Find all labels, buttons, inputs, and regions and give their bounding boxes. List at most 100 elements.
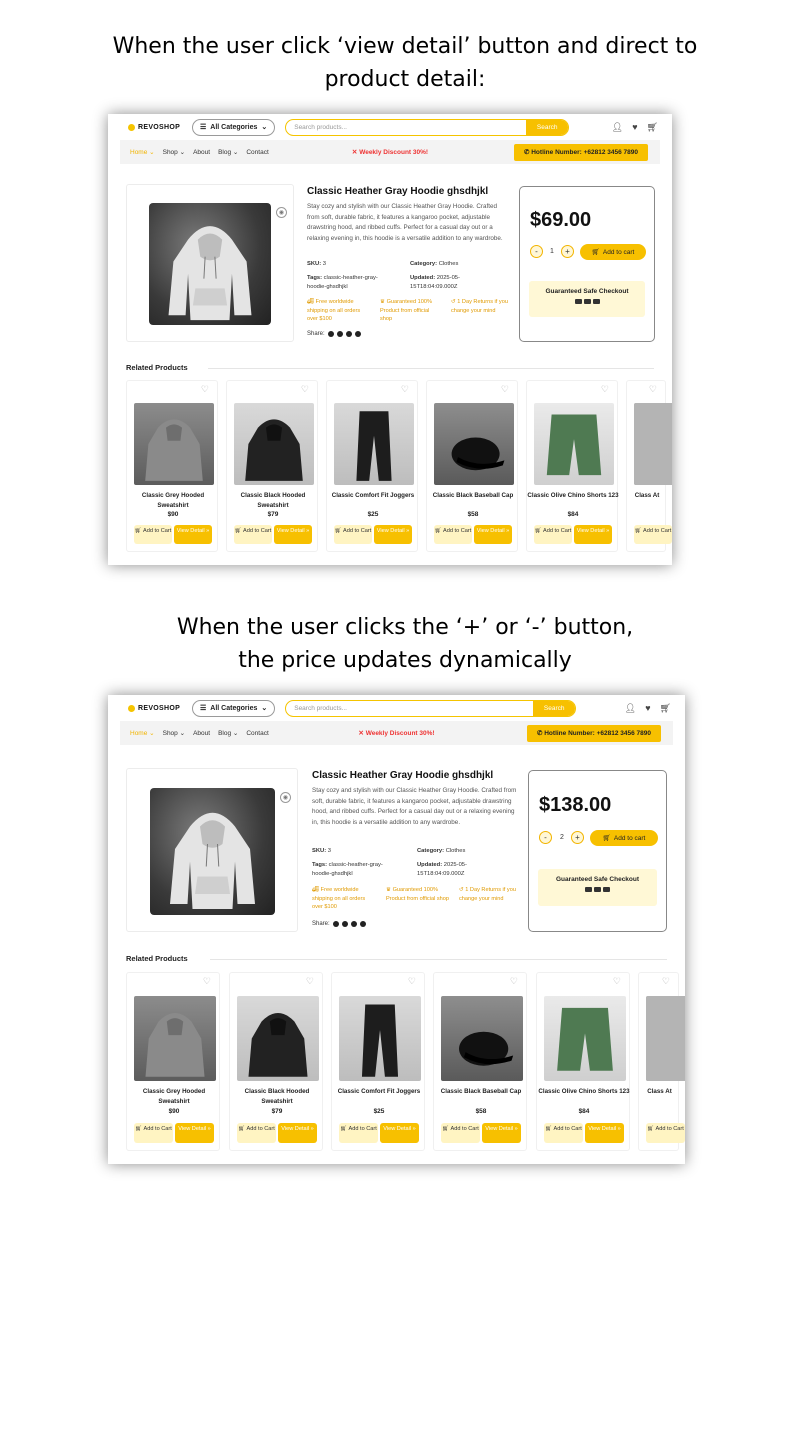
wishlist-heart-icon[interactable]: ♡ xyxy=(203,976,211,987)
related-product-image[interactable] xyxy=(534,403,614,485)
add-to-cart-small-button[interactable]: 🛒︎ Add to Cart xyxy=(334,525,372,544)
facebook-icon[interactable] xyxy=(332,921,339,927)
nav-about[interactable]: About xyxy=(193,730,210,737)
wishlist-heart-icon[interactable]: ♡ xyxy=(510,976,518,987)
hotline-button[interactable]: ✆ Hotline Number: +62812 3456 7890 xyxy=(513,143,648,161)
add-to-cart-small-button[interactable]: 🛒︎ Add to Cart xyxy=(534,525,572,544)
categories-dropdown[interactable]: ☰ All Categories ⌄ xyxy=(192,118,276,136)
related-product-image[interactable] xyxy=(634,403,672,485)
linkedin-icon[interactable] xyxy=(359,921,366,927)
related-product-card[interactable]: ♡ Class At 🛒︎ Add to Cart View Detail » xyxy=(626,380,672,552)
facebook-icon[interactable] xyxy=(327,331,334,337)
view-detail-button[interactable]: View Detail » xyxy=(380,1123,419,1143)
wishlist-heart-icon[interactable]: ♡ xyxy=(301,384,309,395)
instagram-icon[interactable] xyxy=(336,331,343,337)
add-to-cart-small-button[interactable]: 🛒︎ Add to Cart xyxy=(434,525,472,544)
view-detail-button[interactable]: View Detail » xyxy=(585,1123,624,1143)
wishlist-heart-icon[interactable]: ♡ xyxy=(401,384,409,395)
increase-qty-button[interactable]: + xyxy=(571,831,584,844)
wishlist-heart-icon[interactable]: ♡ xyxy=(613,976,621,987)
related-product-card[interactable]: ♡ Classic Comfort Fit Joggers $25 🛒︎ Add… xyxy=(331,972,425,1151)
related-product-name[interactable]: Class At xyxy=(639,1087,680,1097)
related-product-image[interactable] xyxy=(134,403,214,485)
add-to-cart-small-button[interactable]: 🛒︎ Add to Cart xyxy=(234,525,272,544)
tiktok-icon[interactable] xyxy=(350,921,357,927)
cart-icon[interactable]: 🛒︎ xyxy=(660,703,671,714)
categories-dropdown[interactable]: ☰ All Categories ⌄ xyxy=(192,699,276,717)
related-product-image[interactable] xyxy=(441,996,523,1081)
view-detail-button[interactable]: View Detail » xyxy=(274,525,312,544)
linkedin-icon[interactable] xyxy=(354,331,361,337)
add-to-cart-small-button[interactable]: 🛒︎ Add to Cart xyxy=(134,1123,173,1143)
related-product-card[interactable]: ♡ Class At 🛒︎ Add to Cart View Detail » xyxy=(638,972,685,1151)
view-detail-button[interactable]: View Detail » xyxy=(482,1123,521,1143)
related-product-name[interactable]: Classic Olive Chino Shorts 123 xyxy=(527,491,619,501)
user-icon[interactable]: 👤︎ xyxy=(612,122,623,133)
add-to-cart-small-button[interactable]: 🛒︎ Add to Cart xyxy=(339,1123,378,1143)
related-product-name[interactable]: Classic Comfort Fit Joggers xyxy=(327,491,419,501)
related-product-card[interactable]: ♡ Classic Black Hooded Sweatshirt $79 🛒︎… xyxy=(229,972,323,1151)
view-detail-button[interactable]: View Detail » xyxy=(174,525,212,544)
product-image[interactable] xyxy=(150,788,275,915)
view-detail-button[interactable]: View Detail » xyxy=(474,525,512,544)
related-product-card[interactable]: ♡ Classic Grey Hooded Sweatshirt $90 🛒︎ … xyxy=(126,972,220,1151)
related-product-name[interactable]: Classic Olive Chino Shorts 123 xyxy=(537,1087,631,1097)
instagram-icon[interactable] xyxy=(341,921,348,927)
wishlist-heart-icon[interactable]: ♡ xyxy=(501,384,509,395)
logo[interactable]: REVOSHOP xyxy=(128,123,186,131)
related-product-image[interactable] xyxy=(334,403,414,485)
related-product-image[interactable] xyxy=(234,403,314,485)
related-product-image[interactable] xyxy=(339,996,421,1081)
search-button[interactable]: Search xyxy=(533,700,576,716)
related-product-card[interactable]: ♡ Classic Black Hooded Sweatshirt $79 🛒︎… xyxy=(226,380,318,552)
search-input[interactable]: Search products... xyxy=(286,701,533,716)
view-detail-button[interactable]: View Detail » xyxy=(278,1123,317,1143)
related-product-card[interactable]: ♡ Classic Black Baseball Cap $58 🛒︎ Add … xyxy=(426,380,518,552)
related-product-image[interactable] xyxy=(134,996,216,1081)
add-to-cart-button[interactable]: 🛒︎ Add to cart xyxy=(580,244,646,260)
nav-about[interactable]: About xyxy=(193,149,210,156)
eye-icon[interactable]: ◉ xyxy=(276,207,287,218)
view-detail-button[interactable]: View Detail » xyxy=(374,525,412,544)
related-product-image[interactable] xyxy=(544,996,626,1081)
view-detail-button[interactable]: View Detail » xyxy=(175,1123,214,1143)
increase-qty-button[interactable]: + xyxy=(561,245,574,258)
search-input[interactable]: Search products... xyxy=(286,120,526,135)
add-to-cart-small-button[interactable]: 🛒︎ Add to Cart xyxy=(441,1123,480,1143)
related-product-name[interactable]: Classic Black Baseball Cap xyxy=(434,1087,528,1097)
cart-icon[interactable]: 🛒︎ xyxy=(647,122,658,133)
logo[interactable]: REVOSHOP xyxy=(128,704,186,712)
related-product-image[interactable] xyxy=(646,996,685,1081)
product-image[interactable] xyxy=(149,203,271,325)
add-to-cart-button[interactable]: 🛒︎ Add to cart xyxy=(590,830,658,846)
related-product-card[interactable]: ♡ Classic Olive Chino Shorts 123 $84 🛒︎ … xyxy=(526,380,619,552)
add-to-cart-small-button[interactable]: 🛒︎ Add to Cart xyxy=(237,1123,276,1143)
nav-contact[interactable]: Contact xyxy=(246,730,268,737)
add-to-cart-small-button[interactable]: 🛒︎ Add to Cart xyxy=(134,525,172,544)
heart-icon[interactable]: ♥ xyxy=(632,122,637,133)
add-to-cart-small-button[interactable]: 🛒︎ Add to Cart xyxy=(634,525,672,544)
related-product-name[interactable]: Classic Black Baseball Cap xyxy=(427,491,519,501)
heart-icon[interactable]: ♥ xyxy=(645,703,650,714)
wishlist-heart-icon[interactable]: ♡ xyxy=(408,976,416,987)
decrease-qty-button[interactable]: - xyxy=(530,245,543,258)
related-product-image[interactable] xyxy=(434,403,514,485)
nav-shop[interactable]: Shop ⌄ xyxy=(163,148,185,156)
related-product-name[interactable]: Classic Comfort Fit Joggers xyxy=(332,1087,426,1097)
nav-shop[interactable]: Shop ⌄ xyxy=(163,729,185,737)
related-product-card[interactable]: ♡ Classic Black Baseball Cap $58 🛒︎ Add … xyxy=(433,972,527,1151)
nav-blog[interactable]: Blog ⌄ xyxy=(218,148,238,156)
wishlist-heart-icon[interactable]: ♡ xyxy=(662,976,670,987)
view-detail-button[interactable]: View Detail » xyxy=(574,525,612,544)
wishlist-heart-icon[interactable]: ♡ xyxy=(601,384,609,395)
related-product-name[interactable]: Classic Black Hooded Sweatshirt xyxy=(230,1087,324,1107)
related-product-name[interactable]: Class At xyxy=(627,491,667,501)
search-button[interactable]: Search xyxy=(526,119,569,135)
wishlist-heart-icon[interactable]: ♡ xyxy=(306,976,314,987)
related-product-card[interactable]: ♡ Classic Grey Hooded Sweatshirt $90 🛒︎ … xyxy=(126,380,218,552)
wishlist-heart-icon[interactable]: ♡ xyxy=(201,384,209,395)
related-product-name[interactable]: Classic Grey Hooded Sweatshirt xyxy=(127,491,219,511)
nav-blog[interactable]: Blog ⌄ xyxy=(218,729,238,737)
wishlist-heart-icon[interactable]: ♡ xyxy=(649,384,657,395)
user-icon[interactable]: 👤︎ xyxy=(625,703,636,714)
